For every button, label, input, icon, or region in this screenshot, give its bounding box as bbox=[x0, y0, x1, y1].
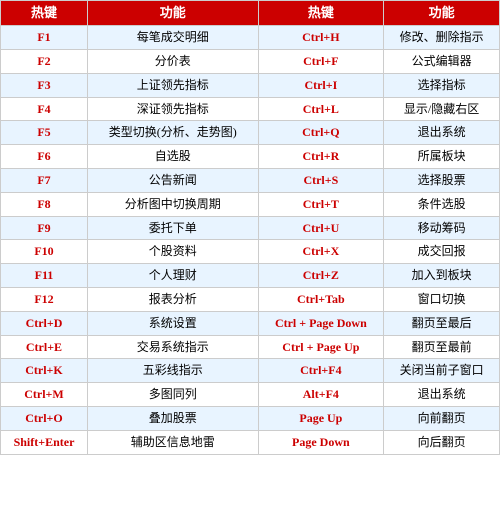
header-hotkey2: 热键 bbox=[258, 1, 384, 26]
func-right: 成交回报 bbox=[384, 240, 500, 264]
func-left: 报表分析 bbox=[87, 287, 258, 311]
func-left: 个股资料 bbox=[87, 240, 258, 264]
hotkey-left: Ctrl+O bbox=[1, 406, 88, 430]
func-right: 关闭当前子窗口 bbox=[384, 359, 500, 383]
hotkey-left: F4 bbox=[1, 97, 88, 121]
func-left: 深证领先指标 bbox=[87, 97, 258, 121]
func-right: 选择指标 bbox=[384, 73, 500, 97]
hotkey-right: Ctrl+U bbox=[258, 216, 384, 240]
func-right: 条件选股 bbox=[384, 192, 500, 216]
func-left: 类型切换(分析、走势图) bbox=[87, 121, 258, 145]
func-right: 所属板块 bbox=[384, 145, 500, 169]
table-row: F4深证领先指标Ctrl+L显示/隐藏右区 bbox=[1, 97, 500, 121]
table-row: F6自选股Ctrl+R所属板块 bbox=[1, 145, 500, 169]
hotkey-right: Ctrl+R bbox=[258, 145, 384, 169]
func-right: 移动筹码 bbox=[384, 216, 500, 240]
func-left: 自选股 bbox=[87, 145, 258, 169]
func-left: 五彩线指示 bbox=[87, 359, 258, 383]
table-row: F10个股资料Ctrl+X成交回报 bbox=[1, 240, 500, 264]
hotkey-right: Page Up bbox=[258, 406, 384, 430]
table-row: F7公告新闻Ctrl+S选择股票 bbox=[1, 168, 500, 192]
hotkey-left: F9 bbox=[1, 216, 88, 240]
hotkey-right: Ctrl+X bbox=[258, 240, 384, 264]
hotkey-left: Ctrl+K bbox=[1, 359, 88, 383]
func-left: 多图同列 bbox=[87, 383, 258, 407]
func-left: 系统设置 bbox=[87, 311, 258, 335]
hotkey-left: F7 bbox=[1, 168, 88, 192]
table-row: F8分析图中切换周期Ctrl+T条件选股 bbox=[1, 192, 500, 216]
func-left: 上证领先指标 bbox=[87, 73, 258, 97]
func-right: 翻页至最前 bbox=[384, 335, 500, 359]
table-row: Ctrl+K五彩线指示Ctrl+F4关闭当前子窗口 bbox=[1, 359, 500, 383]
hotkey-right: Ctrl + Page Up bbox=[258, 335, 384, 359]
header-func1: 功能 bbox=[87, 1, 258, 26]
hotkey-left: F12 bbox=[1, 287, 88, 311]
table-row: Shift+Enter辅助区信息地雷Page Down向后翻页 bbox=[1, 430, 500, 454]
func-right: 公式编辑器 bbox=[384, 49, 500, 73]
header-func2: 功能 bbox=[384, 1, 500, 26]
hotkey-right: Ctrl+L bbox=[258, 97, 384, 121]
func-left: 交易系统指示 bbox=[87, 335, 258, 359]
func-right: 退出系统 bbox=[384, 121, 500, 145]
func-left: 个人理财 bbox=[87, 264, 258, 288]
hotkey-right: Ctrl+F4 bbox=[258, 359, 384, 383]
hotkey-left: F6 bbox=[1, 145, 88, 169]
table-row: Ctrl+D系统设置Ctrl + Page Down翻页至最后 bbox=[1, 311, 500, 335]
table-row: Ctrl+O叠加股票Page Up向前翻页 bbox=[1, 406, 500, 430]
table-row: F2分价表Ctrl+F公式编辑器 bbox=[1, 49, 500, 73]
func-left: 分析图中切换周期 bbox=[87, 192, 258, 216]
hotkey-left: Ctrl+M bbox=[1, 383, 88, 407]
hotkey-right: Ctrl+T bbox=[258, 192, 384, 216]
table-row: Ctrl+M多图同列Alt+F4退出系统 bbox=[1, 383, 500, 407]
hotkey-left: F2 bbox=[1, 49, 88, 73]
func-right: 显示/隐藏右区 bbox=[384, 97, 500, 121]
hotkey-right: Ctrl+Q bbox=[258, 121, 384, 145]
func-right: 窗口切换 bbox=[384, 287, 500, 311]
hotkey-table: 热键 功能 热键 功能 F1每笔成交明细Ctrl+H修改、删除指示F2分价表Ct… bbox=[0, 0, 500, 455]
table-row: F12报表分析Ctrl+Tab窗口切换 bbox=[1, 287, 500, 311]
func-right: 翻页至最后 bbox=[384, 311, 500, 335]
hotkey-right: Ctrl+F bbox=[258, 49, 384, 73]
table-row: F3上证领先指标Ctrl+I选择指标 bbox=[1, 73, 500, 97]
hotkey-right: Alt+F4 bbox=[258, 383, 384, 407]
func-right: 向后翻页 bbox=[384, 430, 500, 454]
hotkey-right: Ctrl+H bbox=[258, 26, 384, 50]
hotkey-right: Ctrl+Tab bbox=[258, 287, 384, 311]
func-left: 叠加股票 bbox=[87, 406, 258, 430]
hotkey-right: Page Down bbox=[258, 430, 384, 454]
hotkey-right: Ctrl + Page Down bbox=[258, 311, 384, 335]
func-left: 每笔成交明细 bbox=[87, 26, 258, 50]
hotkey-left: Ctrl+E bbox=[1, 335, 88, 359]
table-row: F5类型切换(分析、走势图)Ctrl+Q退出系统 bbox=[1, 121, 500, 145]
hotkey-right: Ctrl+I bbox=[258, 73, 384, 97]
func-left: 分价表 bbox=[87, 49, 258, 73]
func-left: 委托下单 bbox=[87, 216, 258, 240]
hotkey-right: Ctrl+S bbox=[258, 168, 384, 192]
func-right: 选择股票 bbox=[384, 168, 500, 192]
hotkey-left: F8 bbox=[1, 192, 88, 216]
func-left: 辅助区信息地雷 bbox=[87, 430, 258, 454]
header-hotkey1: 热键 bbox=[1, 1, 88, 26]
hotkey-left: F3 bbox=[1, 73, 88, 97]
table-row: F11个人理财Ctrl+Z加入到板块 bbox=[1, 264, 500, 288]
table-row: F1每笔成交明细Ctrl+H修改、删除指示 bbox=[1, 26, 500, 50]
hotkey-left: Shift+Enter bbox=[1, 430, 88, 454]
func-right: 加入到板块 bbox=[384, 264, 500, 288]
table-row: Ctrl+E交易系统指示Ctrl + Page Up翻页至最前 bbox=[1, 335, 500, 359]
hotkey-left: F11 bbox=[1, 264, 88, 288]
func-left: 公告新闻 bbox=[87, 168, 258, 192]
hotkey-left: F10 bbox=[1, 240, 88, 264]
func-right: 向前翻页 bbox=[384, 406, 500, 430]
hotkey-left: F1 bbox=[1, 26, 88, 50]
func-right: 退出系统 bbox=[384, 383, 500, 407]
hotkey-right: Ctrl+Z bbox=[258, 264, 384, 288]
hotkey-left: Ctrl+D bbox=[1, 311, 88, 335]
hotkey-left: F5 bbox=[1, 121, 88, 145]
table-row: F9委托下单Ctrl+U移动筹码 bbox=[1, 216, 500, 240]
func-right: 修改、删除指示 bbox=[384, 26, 500, 50]
